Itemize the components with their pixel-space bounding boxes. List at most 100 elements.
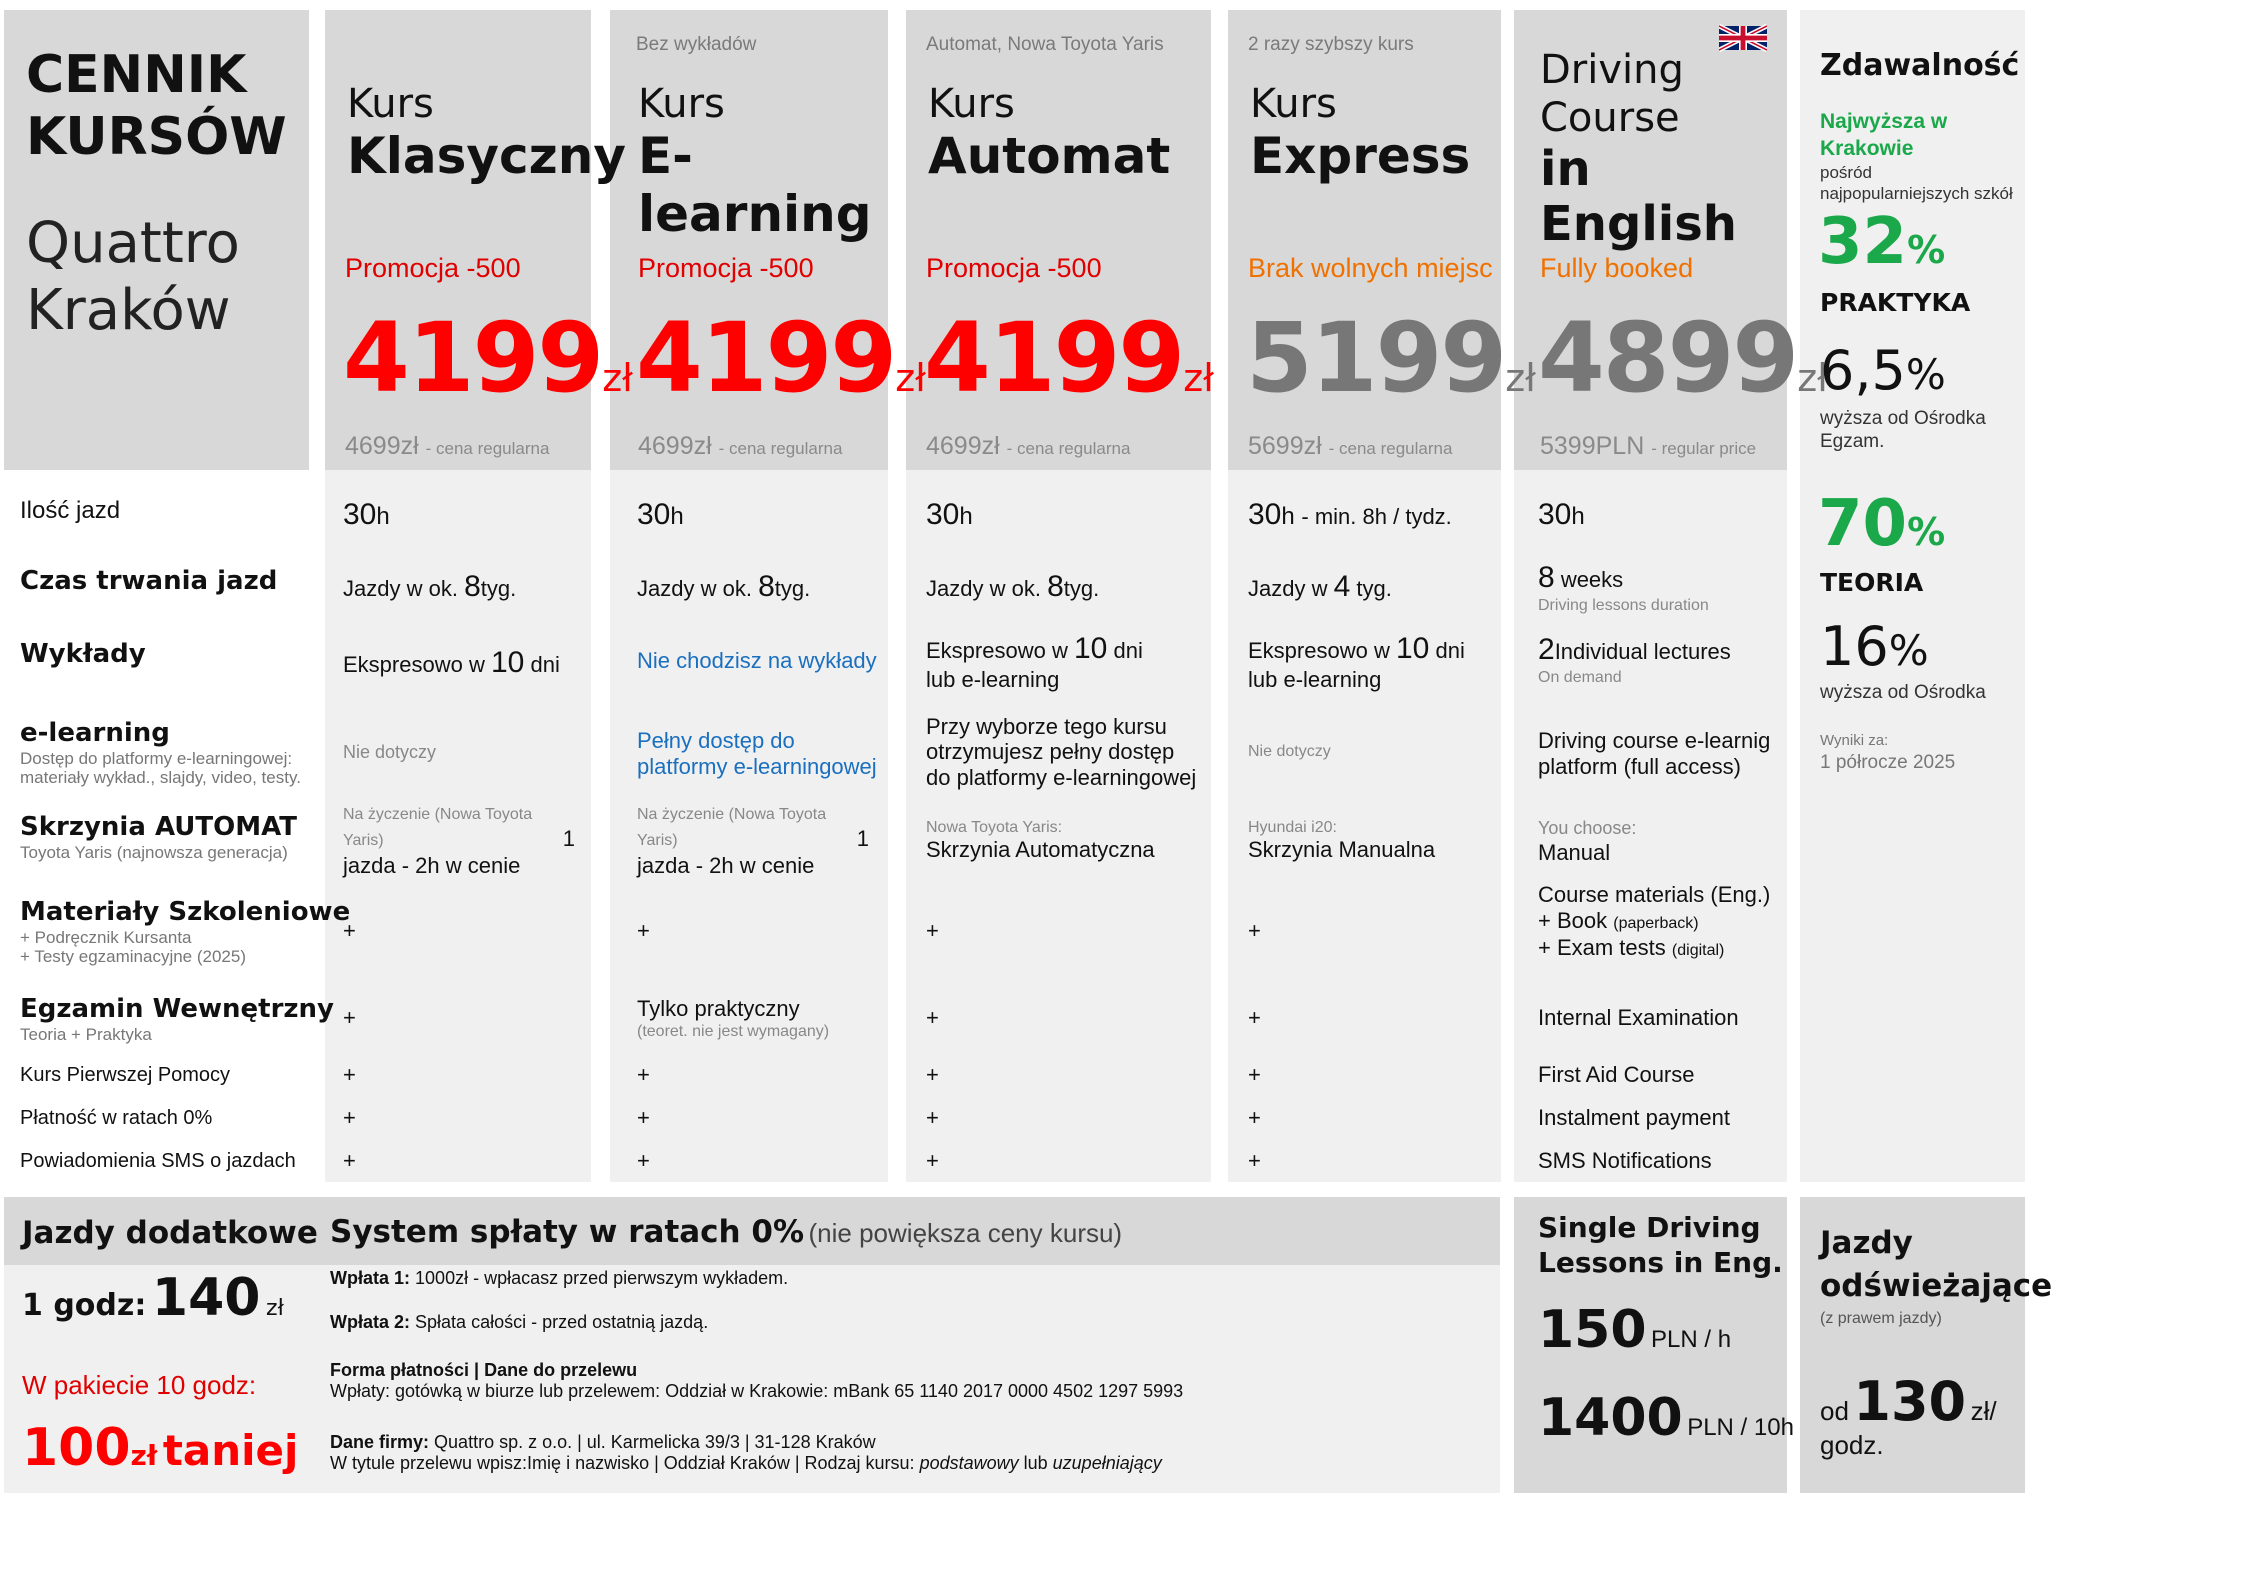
row-label-czas-trwania: Czas trwania jazd	[20, 566, 278, 596]
extra-one-hour: 1 godz: 140 zł	[22, 1268, 284, 1328]
installment-form: Forma płatności | Dane do przelewu Wpłaty…	[330, 1360, 1184, 1401]
stats-praktyka-note: wyższa od Ośrodka Egzam.	[1820, 408, 1986, 452]
refresh-unit: godz.	[1820, 1430, 1884, 1460]
row-label-egzamin: Egzamin Wewnętrzny Teoria + Praktyka	[20, 994, 335, 1044]
single-lessons-price-10h: 1400 PLN / 10h	[1538, 1388, 1794, 1448]
course-header-klasyczny: Kurs Klasyczny Promocja -500 4199zł 4699z…	[325, 10, 633, 470]
c5-skrzynia: You choose: Manual	[1538, 818, 1637, 865]
row-label-elearning: e-learning Dostęp do platformy e-learnin…	[20, 718, 301, 788]
single-lessons-title: Single Driving Lessons in Eng.	[1538, 1211, 1783, 1279]
c1-sms: +	[343, 1148, 356, 1173]
stats-praktyka-diff: 6,5%	[1820, 339, 1946, 402]
c5-wyklady: 2Individual lectures On demand	[1538, 633, 1731, 686]
course-tagline: Bez wykładów	[636, 34, 757, 55]
c2-materialy: +	[637, 918, 650, 943]
c3-skrzynia: Nowa Toyota Yaris: Skrzynia Automatyczna	[926, 819, 1155, 863]
stats-teoria-value: 70%	[1818, 487, 1946, 561]
c4-czas: Jazdy w 4 tyg.	[1248, 570, 1392, 603]
stats-praktyka-label: PRAKTYKA	[1820, 288, 1971, 317]
c2-wyklady: Nie chodzisz na wykłady	[637, 648, 877, 673]
course-price: 4899zł	[1538, 302, 1828, 414]
promo-label: Promocja -500	[638, 253, 814, 283]
c1-materialy: +	[343, 918, 356, 943]
availability-label: Fully booked	[1540, 253, 1694, 283]
course-price: 5199zł	[1246, 302, 1536, 414]
c4-sms: +	[1248, 1148, 1261, 1173]
stats-among: pośród najpopularniejszych szkół	[1820, 163, 2013, 204]
course-header-automat: Automat, Nowa Toyota Yaris Kurs Automat P…	[906, 10, 1214, 470]
c1-wyklady: Ekspresowo w 10 dni	[343, 646, 560, 679]
c3-platnosc: +	[926, 1105, 939, 1130]
c2-skrzynia: Na życzenie (Nowa Toyota Yaris) 1 jazda …	[637, 806, 869, 879]
c3-czas: Jazdy w ok. 8tyg.	[926, 570, 1100, 603]
page-subtitle: Quattro Kraków	[26, 211, 240, 344]
c5-jazdy: 30h	[1538, 498, 1585, 531]
regular-price: 4699zł - cena regularna	[638, 432, 843, 460]
c5-elearning: Driving course e-learnig platform (full a…	[1538, 728, 1771, 780]
c1-jazdy: 30h	[343, 498, 390, 531]
stats-praktyka-value: 32%	[1818, 205, 1946, 279]
c2-elearning: Pełny dostęp do platformy e-learningowej	[637, 728, 877, 780]
c4-egzamin: +	[1248, 1005, 1261, 1030]
stats-teoria-diff: 16%	[1820, 615, 1929, 678]
course-header-elearning: Bez wykładów Kurs E-learning Promocja -50…	[610, 10, 926, 470]
regular-price: 4699zł - cena regularna	[926, 432, 1131, 460]
c5-pomoc: First Aid Course	[1538, 1062, 1695, 1087]
row-label-sms: Powiadomienia SMS o jazdach	[20, 1150, 296, 1172]
refresh-title: Jazdy odświeżające	[1820, 1225, 2053, 1305]
stats-teoria-label: TEORIA	[1820, 568, 1924, 597]
row-label-platnosc: Płatność w ratach 0%	[20, 1107, 213, 1129]
course-name: Kurs Automat	[928, 81, 1171, 185]
c2-sms: +	[637, 1148, 650, 1173]
regular-price: 5699zł - cena regularna	[1248, 432, 1453, 460]
stats-period-label: Wyniki za:	[1820, 732, 1889, 749]
c4-jazdy: 30h - min. 8h / tydz.	[1248, 498, 1452, 531]
c1-czas: Jazdy w ok. 8tyg.	[343, 570, 517, 603]
row-label-materialy: Materiały Szkoleniowe + Podręcznik Kursa…	[20, 897, 351, 967]
refresh-price: od 130 zł/	[1820, 1370, 1997, 1433]
row-label-pomoc: Kurs Pierwszej Pomocy	[20, 1064, 231, 1086]
refresh-note: (z prawem jazdy)	[1820, 1310, 1942, 1327]
c3-materialy: +	[926, 918, 939, 943]
promo-price: 4199zł	[343, 302, 633, 414]
c1-elearning: Nie dotyczy	[343, 742, 437, 762]
c3-sms: +	[926, 1148, 939, 1173]
c4-elearning: Nie dotyczy	[1248, 743, 1331, 760]
course-tagline: 2 razy szybszy kurs	[1248, 34, 1414, 55]
c4-pomoc: +	[1248, 1062, 1261, 1087]
row-label-ilosc-jazd: Ilość jazd	[20, 497, 121, 524]
course-name: Kurs E-learning	[638, 81, 872, 243]
availability-label: Brak wolnych miejsc	[1248, 253, 1493, 283]
course-name: Driving Course in English	[1540, 47, 1737, 253]
c3-egzamin: +	[926, 1005, 939, 1030]
stats-best: Najwyższa w Krakowie	[1820, 110, 1948, 161]
installment-company: Dane firmy: Quattro sp. z o.o. | ul. Kar…	[330, 1432, 1162, 1473]
regular-price: 4699zł - cena regularna	[345, 432, 550, 460]
c1-platnosc: +	[343, 1105, 356, 1130]
course-tagline: Automat, Nowa Toyota Yaris	[926, 34, 1164, 55]
regular-price: 5399PLN - regular price	[1540, 432, 1757, 460]
row-label-wyklady: Wykłady	[20, 639, 146, 669]
promo-price: 4199zł	[924, 302, 1214, 414]
c2-jazdy: 30h	[637, 498, 684, 531]
c4-skrzynia: Hyundai i20: Skrzynia Manualna	[1248, 819, 1436, 863]
c1-pomoc: +	[343, 1062, 356, 1087]
c5-platnosc: Instalment payment	[1538, 1105, 1730, 1130]
course-name: Kurs Express	[1250, 81, 1471, 185]
c5-materialy: Course materials (Eng.) + Book (paperbac…	[1538, 882, 1771, 960]
stats-teoria-note: wyższa od Ośrodka	[1820, 682, 1986, 703]
installment-payment-2: Wpłata 2: Spłata całości - przed ostatni…	[330, 1312, 709, 1332]
stats-title: Zdawalność	[1820, 48, 2020, 83]
course-header-english: Driving Course in English Fully booked 4…	[1514, 10, 1828, 470]
installment-payment-1: Wpłata 1: 1000zł - wpłacasz przed pierws…	[330, 1268, 789, 1288]
extra-pack-label: W pakiecie 10 godz:	[22, 1370, 257, 1400]
c5-czas: 8 weeks Driving lessons duration	[1538, 561, 1709, 614]
extra-pack-price: 100zł taniej	[22, 1418, 299, 1478]
row-label-skrzynia: Skrzynia AUTOMAT Toyota Yaris (najnowsza …	[20, 812, 297, 862]
promo-label: Promocja -500	[345, 253, 521, 283]
c5-sms: SMS Notifications	[1538, 1148, 1712, 1173]
c3-pomoc: +	[926, 1062, 939, 1087]
single-lessons-price-hour: 150 PLN / h	[1538, 1300, 1732, 1360]
promo-label: Promocja -500	[926, 253, 1102, 283]
c1-egzamin: +	[343, 1005, 356, 1030]
